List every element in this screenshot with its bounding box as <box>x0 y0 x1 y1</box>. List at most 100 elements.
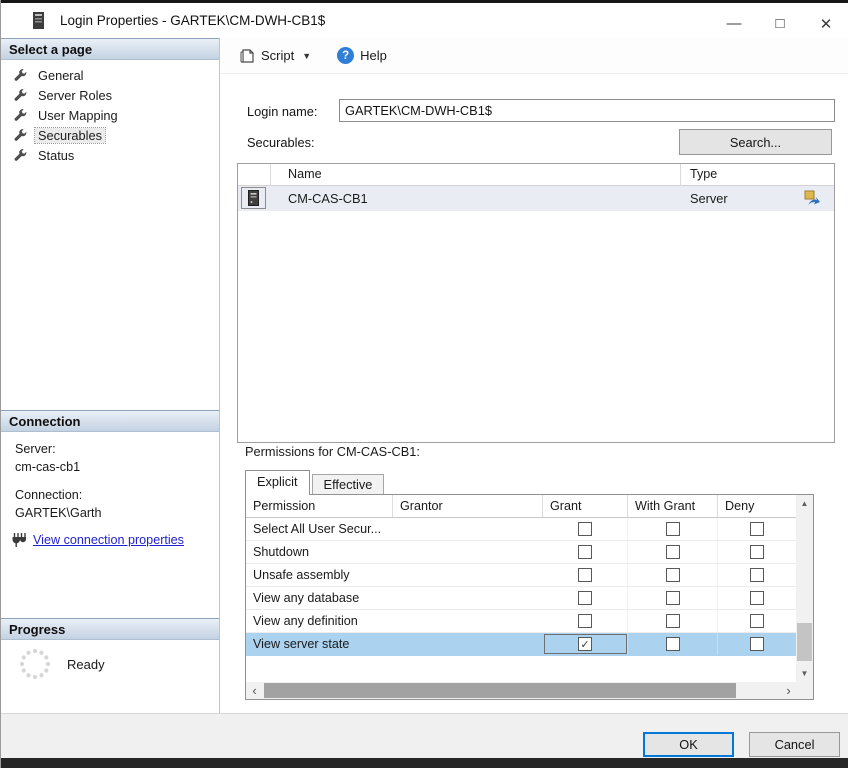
grant-checkbox[interactable] <box>578 522 592 536</box>
permission-name: Select All User Secur... <box>246 518 393 540</box>
securables-name-column[interactable]: Name <box>288 167 322 181</box>
vertical-scroll-thumb[interactable] <box>797 623 812 661</box>
horizontal-scroll-thumb[interactable] <box>264 683 736 698</box>
grant-cell <box>543 518 628 540</box>
column-header-grantor[interactable]: Grantor <box>393 495 543 517</box>
script-button[interactable]: Script ▼ <box>233 44 317 68</box>
securable-row[interactable]: CM-CAS-CB1 Server <box>238 186 834 211</box>
progress-header: Progress <box>1 618 219 640</box>
deny-cell <box>718 518 797 540</box>
grant-checkbox[interactable] <box>578 591 592 605</box>
page-list: General Server Roles User Mapping Securable… <box>1 65 219 165</box>
column-header-grant[interactable]: Grant <box>543 495 628 517</box>
sidebar-item-server-roles[interactable]: Server Roles <box>1 85 219 105</box>
with-grant-checkbox[interactable] <box>666 545 680 559</box>
permission-row[interactable]: Unsafe assembly <box>246 564 797 587</box>
sidebar-item-user-mapping[interactable]: User Mapping <box>1 105 219 125</box>
view-connection-properties-link[interactable]: View connection properties <box>33 533 184 547</box>
permission-grantor <box>393 564 543 586</box>
column-header-deny[interactable]: Deny <box>718 495 797 517</box>
sidebar-item-status[interactable]: Status <box>1 145 219 165</box>
grant-checkbox[interactable] <box>578 614 592 628</box>
with-grant-checkbox[interactable] <box>666 522 680 536</box>
securables-type-column[interactable]: Type <box>690 167 717 181</box>
tab-effective[interactable]: Effective <box>312 474 385 495</box>
deny-checkbox[interactable] <box>750 637 764 651</box>
scroll-right-icon[interactable]: › <box>780 682 797 699</box>
app-icon <box>31 12 46 29</box>
grant-checkbox[interactable] <box>578 545 592 559</box>
deny-cell <box>718 610 797 632</box>
deny-cell <box>718 633 797 655</box>
cancel-button[interactable]: Cancel <box>749 732 840 757</box>
vertical-scrollbar[interactable]: ▲ ▼ <box>796 495 813 682</box>
permission-name: View server state <box>246 633 393 655</box>
sidebar-item-general[interactable]: General <box>1 65 219 85</box>
login-name-input[interactable] <box>339 99 835 122</box>
help-button[interactable]: ? Help <box>331 43 393 68</box>
script-label: Script <box>261 48 294 63</box>
permission-grantor <box>393 541 543 563</box>
permission-grantor <box>393 610 543 632</box>
with-grant-checkbox[interactable] <box>666 591 680 605</box>
grant-checkbox[interactable] <box>578 568 592 582</box>
search-button[interactable]: Search... <box>679 129 832 155</box>
sidebar-item-label: Server Roles <box>35 88 115 103</box>
ok-button[interactable]: OK <box>643 732 734 757</box>
deny-checkbox[interactable] <box>750 568 764 582</box>
sidebar-item-securables[interactable]: Securables <box>1 125 219 145</box>
tab-explicit[interactable]: Explicit <box>245 470 310 495</box>
with-grant-cell <box>628 518 718 540</box>
permission-row[interactable]: View server state ✓ <box>246 633 797 656</box>
permission-row[interactable]: Select All User Secur... <box>246 518 797 541</box>
with-grant-checkbox[interactable] <box>666 637 680 651</box>
maximize-button[interactable]: □ <box>757 6 803 41</box>
securables-table-header: Name Type <box>238 164 834 186</box>
script-dropdown-caret[interactable]: ▼ <box>302 51 311 61</box>
row-action-icon[interactable] <box>804 190 821 210</box>
scrollbar-corner <box>796 682 813 699</box>
permissions-label: Permissions for CM-CAS-CB1: <box>245 444 420 459</box>
wrench-icon <box>14 129 27 142</box>
server-value: cm-cas-cb1 <box>15 458 215 476</box>
sidebar-item-label: Securables <box>35 128 105 143</box>
grant-cell: ✓ <box>543 633 628 655</box>
permission-row[interactable]: Shutdown <box>246 541 797 564</box>
wrench-icon <box>14 69 27 82</box>
minimize-button[interactable]: — <box>711 6 757 41</box>
permission-row[interactable]: View any database <box>246 587 797 610</box>
sidebar: Select a page GeneralServer RolesUser Ma… <box>1 38 220 713</box>
scroll-up-icon[interactable]: ▲ <box>796 495 813 512</box>
with-grant-cell <box>628 587 718 609</box>
deny-checkbox[interactable] <box>750 545 764 559</box>
close-button[interactable]: ✕ <box>803 6 848 41</box>
window-title: Login Properties - GARTEK\CM-DWH-CB1$ <box>60 13 325 28</box>
grant-cell <box>543 587 628 609</box>
with-grant-cell <box>628 633 718 655</box>
server-icon <box>248 190 259 206</box>
permission-name: View any database <box>246 587 393 609</box>
sidebar-item-label: User Mapping <box>35 108 121 123</box>
permission-grantor <box>393 633 543 655</box>
with-grant-checkbox[interactable] <box>666 568 680 582</box>
horizontal-scrollbar[interactable]: ‹ › <box>246 682 797 699</box>
permissions-table: PermissionGrantorGrantWith GrantDeny Sel… <box>245 494 814 700</box>
grant-cell <box>543 564 628 586</box>
grant-checkbox[interactable]: ✓ <box>578 637 592 651</box>
window-bottom-edge <box>1 758 848 768</box>
footer: OK Cancel <box>1 713 848 758</box>
scroll-down-icon[interactable]: ▼ <box>796 665 813 682</box>
with-grant-cell <box>628 564 718 586</box>
column-header-with-grant[interactable]: With Grant <box>628 495 718 517</box>
scroll-left-icon[interactable]: ‹ <box>246 682 263 699</box>
login-name-label: Login name: <box>247 104 317 119</box>
progress-spinner-icon <box>17 646 53 682</box>
help-label: Help <box>360 48 387 63</box>
with-grant-checkbox[interactable] <box>666 614 680 628</box>
permission-row[interactable]: View any definition <box>246 610 797 633</box>
deny-checkbox[interactable] <box>750 591 764 605</box>
column-header-permission[interactable]: Permission <box>246 495 393 517</box>
deny-checkbox[interactable] <box>750 522 764 536</box>
permissions-table-header: PermissionGrantorGrantWith GrantDeny <box>246 495 797 518</box>
deny-checkbox[interactable] <box>750 614 764 628</box>
